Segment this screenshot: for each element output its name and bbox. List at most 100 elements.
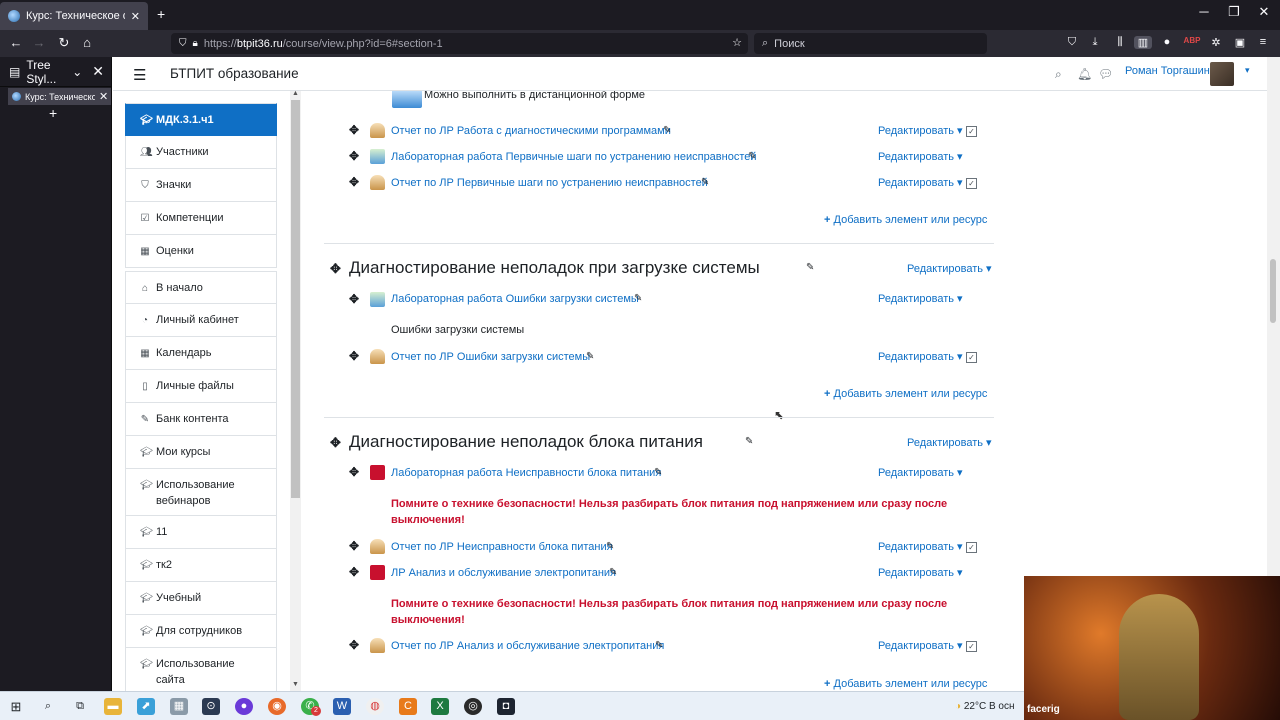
move-icon[interactable]: ✥ bbox=[349, 465, 359, 479]
pencil-icon[interactable]: ✎ bbox=[606, 541, 614, 552]
facerig-icon[interactable]: ◘ bbox=[497, 698, 515, 715]
activity-link[interactable]: ЛР Анализ и обслуживание электропитания bbox=[391, 567, 616, 579]
user-menu-chevron-icon[interactable]: ▾ bbox=[1245, 65, 1250, 76]
screen-recorder-icon[interactable]: ● bbox=[235, 698, 253, 715]
close-icon[interactable]: ✕ bbox=[99, 90, 108, 103]
move-icon[interactable]: ✥ bbox=[330, 435, 341, 451]
edit-menu[interactable]: Редактировать ▾ bbox=[878, 150, 963, 163]
activity-link[interactable]: Отчет по ЛР Ошибки загрузки системы bbox=[391, 351, 590, 363]
move-icon[interactable]: ✥ bbox=[349, 292, 359, 306]
pencil-icon[interactable]: ✎ bbox=[609, 567, 617, 578]
scroll-down-icon[interactable]: ▼ bbox=[292, 681, 299, 688]
drawer-item-content-bank[interactable]: ✎ Банк контента bbox=[125, 403, 277, 436]
edit-menu[interactable]: Редактировать ▾ bbox=[878, 566, 963, 579]
scroll-up-icon[interactable]: ▲ bbox=[292, 90, 299, 97]
pocket-icon[interactable]: ⛉ bbox=[1063, 36, 1081, 49]
sidebar-toggle-icon[interactable]: ▥ bbox=[1134, 36, 1152, 49]
close-icon[interactable]: ✕ bbox=[92, 63, 104, 80]
completion-checkbox[interactable]: ✓ bbox=[966, 352, 977, 363]
reload-icon[interactable]: ↻ bbox=[54, 35, 74, 51]
downloads-icon[interactable]: ⤓ bbox=[1086, 36, 1104, 49]
pencil-icon[interactable]: ✎ bbox=[806, 262, 814, 273]
pencil-icon[interactable]: ✎ bbox=[701, 177, 709, 188]
drawer-toggle-icon[interactable]: ☰ bbox=[133, 66, 146, 84]
minimize-icon[interactable]: ─ bbox=[1189, 4, 1219, 19]
extension-box-icon[interactable]: ▣ bbox=[1231, 36, 1249, 49]
app-icon[interactable]: ⬈ bbox=[137, 698, 155, 715]
drawer-item-course-staff[interactable]: 🎓︎ Для сотрудников bbox=[125, 615, 277, 648]
weather-widget[interactable]: ◑ 22°C В осн bbox=[955, 701, 1014, 712]
drawer-item-course-webinars[interactable]: 🎓︎ Использование вебинаров bbox=[125, 469, 277, 516]
page-scrollbar-thumb[interactable] bbox=[1270, 259, 1276, 323]
shield-icon[interactable]: ⛉ bbox=[179, 38, 187, 49]
vpn-lock-icon[interactable]: ⊙ bbox=[202, 698, 220, 715]
windows-start-icon[interactable]: ⊞ bbox=[7, 698, 25, 715]
home-icon[interactable]: ⌂ bbox=[77, 35, 97, 50]
move-icon[interactable]: ✥ bbox=[349, 175, 359, 189]
section-title[interactable]: Диагностирование неполадок блока питания bbox=[349, 432, 703, 452]
edit-menu[interactable]: Редактировать ▾ bbox=[878, 639, 963, 652]
pencil-icon[interactable]: ✎ bbox=[654, 467, 662, 478]
task-view-icon[interactable]: ⧉ bbox=[71, 698, 89, 715]
completion-checkbox[interactable]: ✓ bbox=[966, 641, 977, 652]
move-icon[interactable]: ✥ bbox=[349, 123, 359, 137]
edit-menu[interactable]: Редактировать ▾ bbox=[878, 176, 963, 189]
add-activity-button[interactable]: + Добавить элемент или ресурс bbox=[824, 388, 987, 400]
pencil-icon[interactable]: ✎ bbox=[745, 436, 753, 447]
tst-tab-item[interactable]: Курс: Техническо ✕ bbox=[8, 88, 111, 105]
forward-icon[interactable]: → bbox=[29, 35, 49, 50]
menu-icon[interactable]: ≡ bbox=[1254, 36, 1272, 48]
section-edit-menu[interactable]: Редактировать ▾ bbox=[907, 262, 992, 275]
drawer-scrollbar[interactable]: ▲ ▼ bbox=[290, 90, 301, 691]
drawer-item-course-site-usage[interactable]: 🎓︎ Использование сайта bbox=[125, 648, 277, 693]
close-tab-icon[interactable]: ✕ bbox=[131, 10, 140, 23]
edit-menu[interactable]: Редактировать ▾ bbox=[878, 292, 963, 305]
site-name[interactable]: БТПИТ образование bbox=[170, 66, 299, 81]
chevron-down-icon[interactable]: ⌄ bbox=[72, 65, 82, 79]
edit-menu[interactable]: Редактировать ▾ bbox=[878, 350, 963, 363]
edit-menu[interactable]: Редактировать ▾ bbox=[878, 466, 963, 479]
section-edit-menu[interactable]: Редактировать ▾ bbox=[907, 436, 992, 449]
extension-gear-icon[interactable]: ✲ bbox=[1207, 36, 1225, 49]
completion-checkbox[interactable]: ✓ bbox=[966, 542, 977, 553]
activity-link[interactable]: Отчет по ЛР Работа с диагностическими пр… bbox=[391, 125, 671, 137]
activity-link[interactable]: Отчет по ЛР Первичные шаги по устранению… bbox=[391, 177, 708, 189]
new-tab-icon[interactable]: + bbox=[157, 6, 165, 22]
file-explorer-icon[interactable]: ▬ bbox=[104, 698, 122, 715]
pencil-icon[interactable]: ✎ bbox=[586, 351, 594, 362]
extension-b-icon[interactable]: ● bbox=[1158, 36, 1176, 48]
completion-checkbox[interactable]: ✓ bbox=[966, 126, 977, 137]
bookmark-star-icon[interactable]: ☆ bbox=[732, 36, 742, 49]
drawer-item-dashboard[interactable]: ◔ Личный кабинет bbox=[125, 304, 277, 337]
gimp-icon[interactable]: C bbox=[399, 698, 417, 715]
search-bar[interactable]: ⌕ Поиск bbox=[754, 33, 987, 54]
activity-link[interactable]: Лабораторная работа Ошибки загрузки сист… bbox=[391, 293, 639, 305]
activity-link[interactable]: Лабораторная работа Первичные шаги по ус… bbox=[391, 151, 757, 163]
word-icon[interactable]: W bbox=[333, 698, 351, 715]
drawer-item-badges[interactable]: ⛉ Значки bbox=[125, 169, 277, 202]
lock-icon[interactable]: 🔒︎ bbox=[193, 38, 198, 49]
activity-link[interactable]: Лабораторная работа Неисправности блока … bbox=[391, 467, 661, 479]
restore-icon[interactable]: ❐ bbox=[1219, 4, 1249, 20]
drawer-item-grades[interactable]: ▦ Оценки bbox=[125, 235, 277, 268]
section-title[interactable]: Диагностирование неполадок при загрузке … bbox=[349, 258, 760, 278]
move-icon[interactable]: ✥ bbox=[349, 149, 359, 163]
close-icon[interactable]: ✕ bbox=[1249, 4, 1279, 20]
add-activity-button[interactable]: + Добавить элемент или ресурс bbox=[824, 678, 987, 690]
search-icon[interactable]: ⌕ bbox=[39, 698, 57, 715]
drawer-scrollbar-thumb[interactable] bbox=[291, 100, 300, 498]
avatar[interactable] bbox=[1210, 62, 1234, 86]
firefox-icon[interactable]: ◉ bbox=[268, 698, 286, 715]
user-name[interactable]: Роман Торгашин bbox=[1125, 65, 1210, 77]
pencil-icon[interactable]: ✎ bbox=[663, 125, 671, 136]
calculator-icon[interactable]: ▦ bbox=[170, 698, 188, 715]
back-icon[interactable]: ← bbox=[6, 35, 26, 50]
obs-icon[interactable]: ◎ bbox=[464, 698, 482, 715]
move-icon[interactable]: ✥ bbox=[349, 349, 359, 363]
library-icon[interactable]: ⫼ bbox=[1111, 36, 1129, 49]
bell-icon[interactable]: 🔔︎ bbox=[1077, 67, 1092, 81]
drawer-item-course-tk2[interactable]: 🎓︎ тк2 bbox=[125, 549, 277, 582]
edit-menu[interactable]: Редактировать ▾ bbox=[878, 124, 963, 137]
activity-link[interactable]: Отчет по ЛР Анализ и обслуживание электр… bbox=[391, 640, 664, 652]
add-activity-button[interactable]: + Добавить элемент или ресурс bbox=[824, 214, 987, 226]
